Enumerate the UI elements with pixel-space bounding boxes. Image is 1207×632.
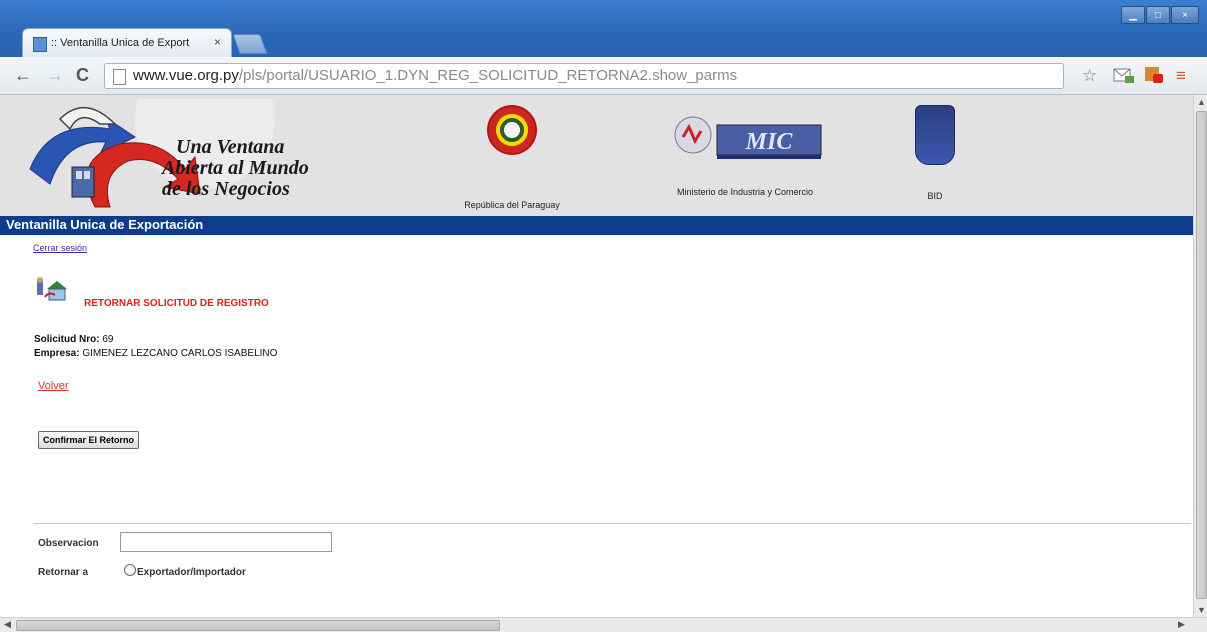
new-tab-button[interactable] xyxy=(232,34,268,54)
window-titlebar: :: Ventanilla Unica de Export × ▁ □ × xyxy=(0,0,1207,58)
empresa-name: GIMENEZ LEZCANO CARLOS ISABELINO xyxy=(82,348,278,359)
site-title: Ventanilla Unica de Exportación xyxy=(6,217,204,232)
tab-close-icon[interactable]: × xyxy=(214,35,221,49)
volver-link[interactable]: Volver xyxy=(38,380,69,392)
logout-link[interactable]: Cerrar sesión xyxy=(33,243,87,253)
scroll-right-icon[interactable]: ▶ xyxy=(1178,619,1185,630)
forward-button[interactable]: → xyxy=(46,65,64,86)
close-window-button[interactable]: × xyxy=(1171,6,1199,24)
divider xyxy=(34,523,1191,524)
horizontal-scrollbar[interactable]: ◀ ▶ xyxy=(0,617,1207,632)
sponsor-mic: MIC Ministerio de Industria y Comercio xyxy=(650,107,840,197)
scroll-up-icon[interactable]: ▲ xyxy=(1197,97,1206,107)
site-header: Una Ventana Abierta al Mundo de los Nego… xyxy=(0,95,1193,216)
confirm-return-button[interactable]: Confirmar El Retorno xyxy=(38,431,140,449)
url-text: www.vue.org.py/pls/portal/USUARIO_1.DYN_… xyxy=(133,67,738,84)
sponsor-paraguay: República del Paraguay xyxy=(452,105,572,210)
browser-tab[interactable]: :: Ventanilla Unica de Export × xyxy=(22,28,232,58)
empresa-info: Empresa: GIMENEZ LEZCANO CARLOS ISABELIN… xyxy=(34,348,278,359)
vertical-scrollbar[interactable]: ▲ ▼ xyxy=(1193,95,1207,617)
paraguay-seal-icon xyxy=(487,105,537,155)
extension-icon[interactable] xyxy=(1144,66,1164,89)
minimize-button[interactable]: ▁ xyxy=(1121,6,1145,24)
svg-text:MIC: MIC xyxy=(745,129,794,155)
favicon-icon xyxy=(33,37,47,52)
exportador-radio-label[interactable]: Exportador/Importador xyxy=(137,567,246,578)
browser-toolbar: ← → C www.vue.org.py/pls/portal/USUARIO_… xyxy=(0,57,1207,95)
window-controls: ▁ □ × xyxy=(1121,6,1199,24)
vue-logo: Una Ventana Abierta al Mundo de los Nego… xyxy=(10,95,310,213)
menu-icon[interactable]: ≡ xyxy=(1176,66,1186,86)
solicitud-info: Solicitud Nro: 69 xyxy=(34,334,114,345)
page-icon xyxy=(113,69,126,85)
vertical-scroll-thumb[interactable] xyxy=(1196,111,1207,599)
address-bar[interactable]: www.vue.org.py/pls/portal/USUARIO_1.DYN_… xyxy=(104,63,1064,89)
reload-button[interactable]: C xyxy=(76,65,89,86)
return-icon xyxy=(37,277,67,301)
bid-logo-icon xyxy=(915,105,955,165)
exportador-radio[interactable] xyxy=(124,564,136,576)
gmail-checker-icon[interactable] xyxy=(1113,66,1135,89)
scroll-left-icon[interactable]: ◀ xyxy=(4,619,11,630)
observacion-label: Observacion xyxy=(38,538,99,549)
mic-logo-icon: MIC xyxy=(665,107,825,167)
tab-title: :: Ventanilla Unica de Export xyxy=(51,37,190,49)
main-content: Cerrar sesión RETORNAR SOLICITUD DE REGI… xyxy=(0,235,1193,617)
sponsor-bid: BID xyxy=(905,105,965,201)
observacion-input[interactable] xyxy=(120,532,332,552)
scroll-down-icon[interactable]: ▼ xyxy=(1197,605,1206,615)
retornar-label: Retornar a xyxy=(38,567,89,578)
horizontal-scroll-thumb[interactable] xyxy=(16,620,500,631)
maximize-button[interactable]: □ xyxy=(1146,6,1170,24)
logo-tagline: Una Ventana Abierta al Mundo de los Nego… xyxy=(162,136,309,200)
back-button[interactable]: ← xyxy=(14,65,32,86)
page-viewport: Una Ventana Abierta al Mundo de los Nego… xyxy=(0,95,1193,617)
page-title: RETORNAR SOLICITUD DE REGISTRO xyxy=(84,298,269,309)
bookmark-star-icon[interactable]: ☆ xyxy=(1082,66,1097,86)
solicitud-number: 69 xyxy=(102,334,114,345)
site-title-bar: Ventanilla Unica de Exportación xyxy=(0,216,1193,235)
